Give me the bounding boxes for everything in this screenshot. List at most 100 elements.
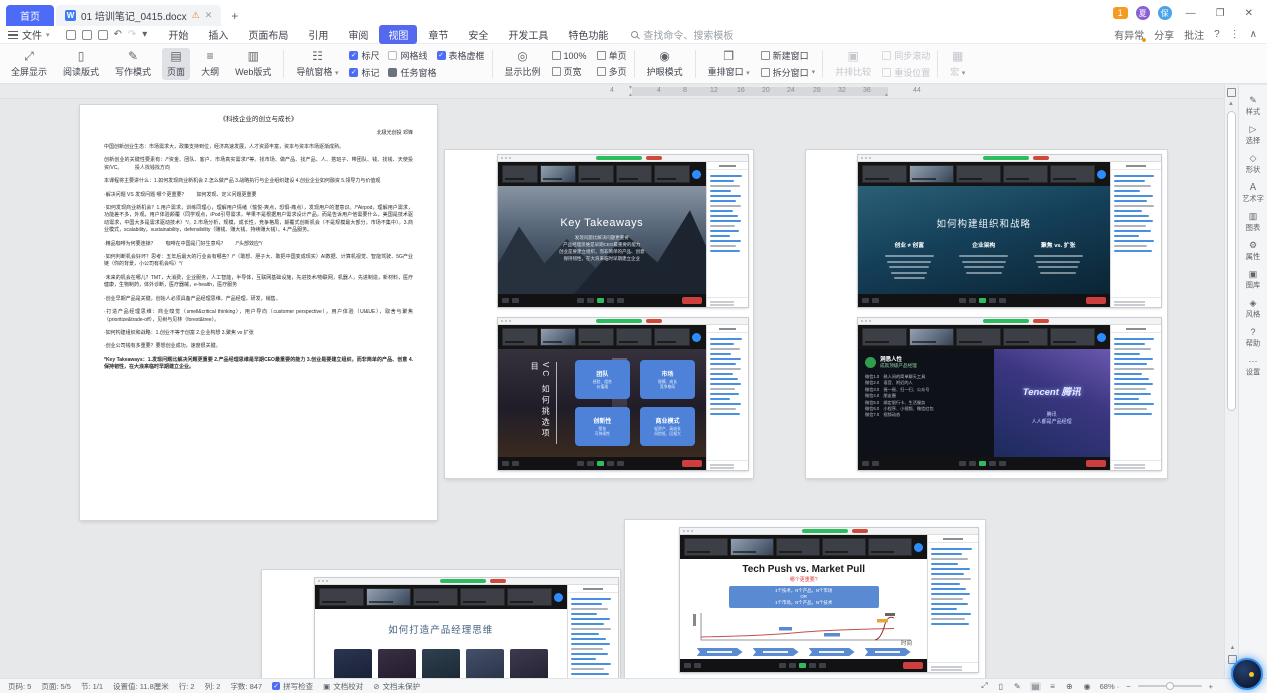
menu-item-引用[interactable]: 引用 bbox=[299, 25, 337, 44]
zoom-view-toggle-icon[interactable] bbox=[1097, 170, 1106, 179]
stop-share-button[interactable] bbox=[646, 319, 662, 323]
marks-checkbox[interactable]: ✓标记 bbox=[349, 66, 379, 79]
stop-share-button[interactable] bbox=[490, 579, 506, 583]
task-pane-button[interactable]: 任务窗格 bbox=[388, 66, 436, 79]
new-tab-button[interactable]: + bbox=[221, 5, 248, 26]
menu-item-视图[interactable]: 视图 bbox=[379, 25, 417, 44]
write-view-icon[interactable]: ✎ bbox=[1012, 682, 1023, 691]
outline-button[interactable]: ≡大纲 bbox=[196, 48, 224, 80]
fullscreen-button[interactable]: ⤢全屏显示 bbox=[6, 48, 52, 80]
sidebar-item-help[interactable]: ?帮助 bbox=[1245, 327, 1261, 349]
status-word-count[interactable]: 字数: 847 bbox=[230, 681, 262, 692]
comment-button[interactable]: 批注 bbox=[1184, 27, 1204, 42]
more-icon[interactable]: ⋮ bbox=[1230, 29, 1240, 40]
close-tab-icon[interactable]: ✕ bbox=[205, 10, 213, 21]
split-window-button[interactable]: 拆分窗口 ▾ bbox=[761, 66, 816, 79]
participant-video-tile[interactable] bbox=[1050, 328, 1095, 346]
minimize-button[interactable]: — bbox=[1180, 8, 1202, 19]
end-meeting-button[interactable] bbox=[682, 460, 702, 467]
participant-video-tile[interactable] bbox=[730, 538, 774, 556]
zoom-slider-knob[interactable] bbox=[1166, 682, 1174, 690]
stop-share-button[interactable] bbox=[646, 156, 662, 160]
stop-share-button[interactable] bbox=[852, 529, 868, 533]
zoom-view-toggle-icon[interactable] bbox=[1097, 333, 1106, 342]
zoom-chat-panel[interactable] bbox=[706, 162, 749, 307]
user-avatar[interactable]: 保 bbox=[1158, 6, 1172, 20]
menu-item-安全[interactable]: 安全 bbox=[459, 25, 497, 44]
participant-video-tile[interactable] bbox=[540, 165, 576, 183]
rearrange-window-button[interactable]: ❐重排窗口 ▾ bbox=[703, 48, 755, 80]
save-icon[interactable] bbox=[66, 30, 76, 40]
end-meeting-button[interactable] bbox=[682, 297, 702, 304]
left-indent-marker[interactable]: ▲ bbox=[628, 93, 633, 98]
participant-video-tile[interactable] bbox=[319, 588, 364, 606]
participant-video-tile[interactable] bbox=[909, 165, 954, 183]
zoom-view-toggle-icon[interactable] bbox=[692, 170, 701, 179]
read-view-icon[interactable]: ▯ bbox=[997, 682, 1005, 691]
menu-item-开始[interactable]: 开始 bbox=[159, 25, 197, 44]
participant-video-tile[interactable] bbox=[616, 328, 652, 346]
vertical-scrollbar[interactable]: ▲ ▲ ▼ bbox=[1224, 85, 1238, 678]
sidebar-item-wordart[interactable]: Ａ艺术字 bbox=[1241, 182, 1265, 204]
ai-assistant-bubble[interactable] bbox=[1231, 658, 1263, 690]
web-view-icon[interactable]: ⊕ bbox=[1064, 682, 1075, 691]
sidebar-item-properties[interactable]: ⚙属性 bbox=[1245, 240, 1261, 262]
menu-item-章节[interactable]: 章节 bbox=[419, 25, 457, 44]
participant-video-tile[interactable] bbox=[502, 328, 538, 346]
zoom-chat-panel[interactable] bbox=[706, 325, 749, 470]
redo-icon[interactable]: ↷ bbox=[128, 29, 136, 40]
document-page-2[interactable]: Key Takeaways 发现问题比解决问题更重要产品经理思维是早期CEO最重… bbox=[445, 150, 753, 478]
sidebar-item-shapes[interactable]: ◇形状 bbox=[1245, 153, 1261, 175]
protection-status[interactable]: ⊘文档未保护 bbox=[373, 681, 420, 692]
participant-video-tile[interactable] bbox=[1003, 328, 1048, 346]
eye-mode-icon[interactable]: ◉ bbox=[1082, 682, 1093, 691]
print-preview-icon[interactable] bbox=[98, 30, 108, 40]
zoom-chat-panel[interactable] bbox=[1110, 162, 1162, 307]
participant-video-tile[interactable] bbox=[684, 538, 728, 556]
participant-video-tile[interactable] bbox=[616, 165, 652, 183]
tab-home[interactable]: 首页 bbox=[6, 5, 54, 26]
participant-video-tile[interactable] bbox=[956, 328, 1001, 346]
menu-item-开发工具[interactable]: 开发工具 bbox=[499, 25, 557, 44]
horizontal-ruler[interactable]: ▼ ▲ ▲ 4481216202428323644 bbox=[0, 85, 1238, 99]
document-page-5[interactable]: Tech Push vs. Market Pull 哪个更重要? 1个技术，N个… bbox=[625, 520, 985, 678]
menu-item-审阅[interactable]: 审阅 bbox=[339, 25, 377, 44]
table-gridlines-checkbox[interactable]: ✓表格虚框 bbox=[437, 49, 485, 62]
participant-video-tile[interactable] bbox=[654, 328, 690, 346]
zoom-button[interactable]: ◎显示比例 bbox=[500, 48, 546, 80]
participant-video-tile[interactable] bbox=[1003, 165, 1048, 183]
document-page-3[interactable]: 如何构建组织和战略 创业 ≠ 创富企业架构聚焦 vs. 扩张 洞悉人性 成就顶级… bbox=[806, 150, 1167, 478]
tab-document[interactable]: W 01 培训笔记_0415.docx ⚠ ✕ bbox=[56, 5, 221, 26]
new-window-button[interactable]: 新建窗口 bbox=[761, 49, 816, 62]
participant-video-tile[interactable] bbox=[862, 328, 907, 346]
participant-video-tile[interactable] bbox=[413, 588, 458, 606]
menu-item-插入[interactable]: 插入 bbox=[199, 25, 237, 44]
print-icon[interactable] bbox=[82, 30, 92, 40]
read-layout-button[interactable]: ▯阅读版式 bbox=[58, 48, 104, 80]
zoom-100-button[interactable]: 100% bbox=[552, 49, 587, 62]
zoom-view-toggle-icon[interactable] bbox=[554, 593, 563, 602]
zoom-level[interactable]: 68% · bbox=[1100, 682, 1120, 691]
zoom-chat-panel[interactable] bbox=[927, 535, 978, 672]
participant-video-tile[interactable] bbox=[776, 538, 820, 556]
stop-share-button[interactable] bbox=[1033, 319, 1049, 323]
eye-protection-button[interactable]: ◉护眼模式 bbox=[642, 48, 688, 80]
document-page-4[interactable]: 如何打造产品经理思维 商业嗅觉用户导向用户体验优先与取舍宏观与微观 bbox=[262, 570, 620, 678]
zoom-view-toggle-icon[interactable] bbox=[914, 543, 923, 552]
participant-video-tile[interactable] bbox=[822, 538, 866, 556]
fullscreen-view-icon[interactable]: ⤢ bbox=[979, 681, 989, 691]
participant-video-tile[interactable] bbox=[654, 165, 690, 183]
first-line-indent-marker[interactable]: ▼ bbox=[628, 86, 633, 91]
multi-page-button[interactable]: 多页 bbox=[597, 65, 627, 78]
end-meeting-button[interactable] bbox=[1086, 297, 1106, 304]
collapse-ribbon-icon[interactable]: ∧ bbox=[1250, 29, 1257, 40]
outline-view-icon[interactable]: ≡ bbox=[1048, 682, 1057, 691]
help-icon[interactable]: ? bbox=[1214, 29, 1220, 40]
participant-video-tile[interactable] bbox=[502, 165, 538, 183]
end-meeting-button[interactable] bbox=[903, 662, 923, 669]
ruler-checkbox[interactable]: ✓标尺 bbox=[349, 49, 379, 62]
zoom-view-toggle-icon[interactable] bbox=[692, 333, 701, 342]
zoom-slider[interactable] bbox=[1138, 685, 1202, 687]
scrollbar-thumb[interactable] bbox=[1227, 111, 1236, 411]
close-button[interactable]: ✕ bbox=[1239, 8, 1259, 19]
